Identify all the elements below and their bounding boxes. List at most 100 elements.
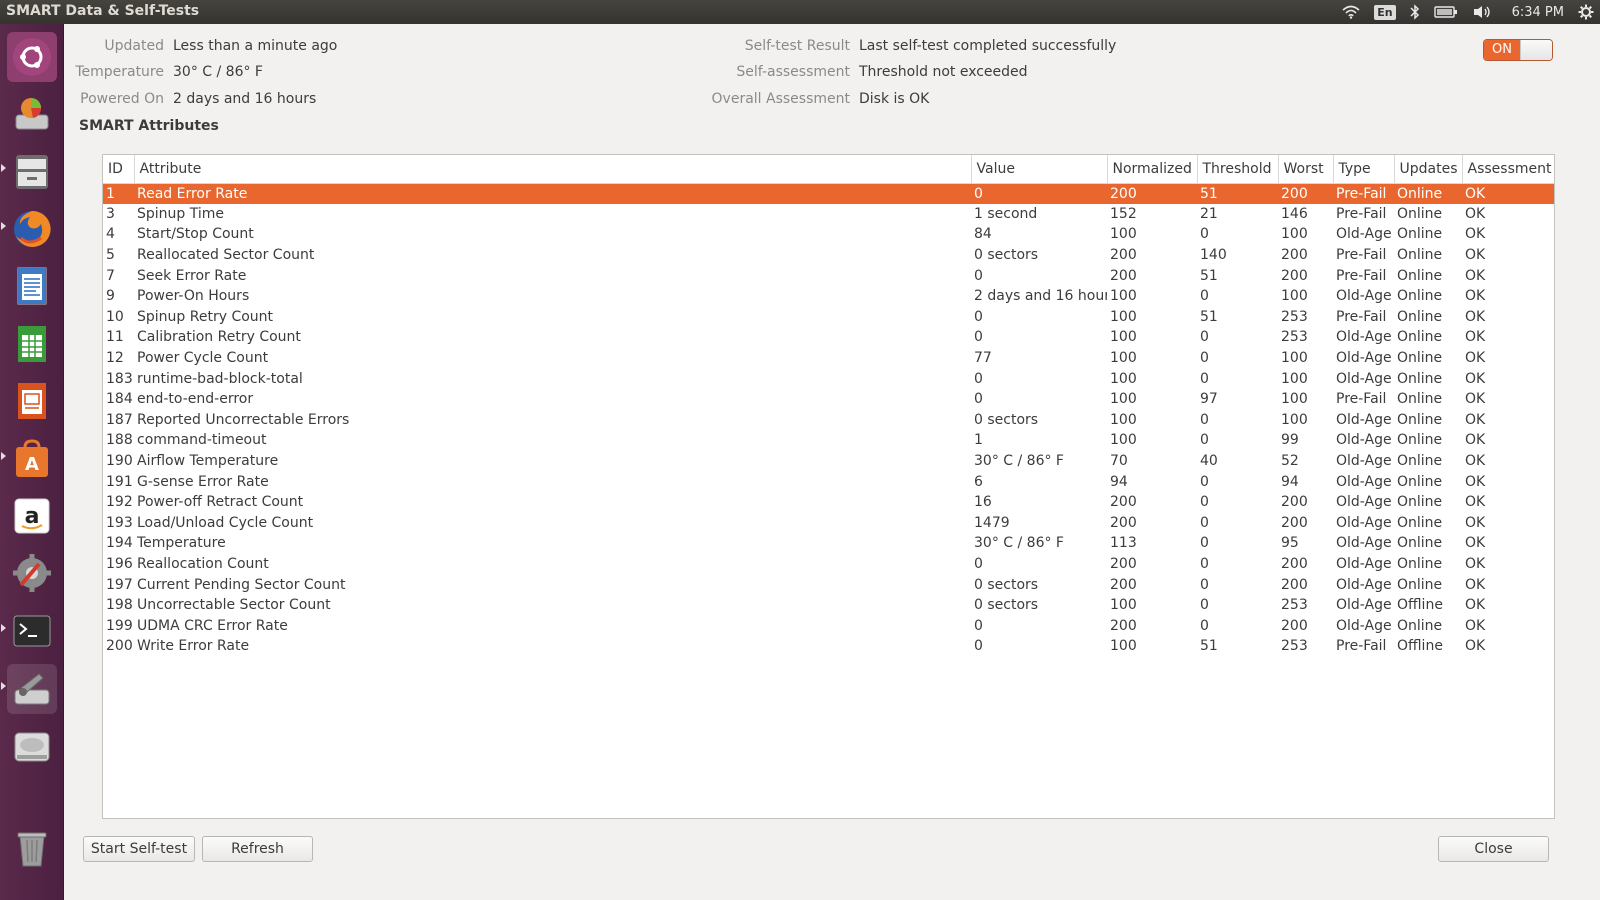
- cell-assessment: OK: [1465, 350, 1486, 367]
- column-header-normalized[interactable]: Normalized: [1107, 155, 1198, 184]
- table-row[interactable]: 200 Write Error Rate 0 100 51 253 Pre-Fail Offl…: [103, 636, 1554, 657]
- column-header-id[interactable]: ID: [103, 155, 135, 184]
- table-row[interactable]: 7 Seek Error Rate 0 200 51 200 Pre-Fail Online O…: [103, 265, 1554, 286]
- gear-icon[interactable]: [1578, 0, 1594, 24]
- battery-icon[interactable]: [1433, 0, 1458, 24]
- table-row[interactable]: 196 Reallocation Count 0 200 0 200 Old-Age Onli…: [103, 554, 1554, 575]
- svg-text:a: a: [25, 504, 40, 529]
- table-row[interactable]: 199 UDMA CRC Error Rate 0 200 0 200 Old-Age Onl…: [103, 615, 1554, 636]
- cell-normalized: 100: [1110, 411, 1137, 428]
- disks-icon[interactable]: [7, 664, 57, 714]
- close-button[interactable]: Close: [1438, 836, 1549, 862]
- calc-icon[interactable]: [7, 319, 57, 369]
- cell-value: 0: [971, 183, 1107, 204]
- column-header-assessment[interactable]: Assessment: [1462, 155, 1554, 184]
- volume-icon[interactable]: [1472, 0, 1492, 24]
- cell-value: 16: [974, 494, 992, 511]
- clock[interactable]: 6:34 PM: [1512, 0, 1564, 24]
- column-header-threshold[interactable]: Threshold: [1197, 155, 1279, 184]
- dash-home-icon[interactable]: [7, 32, 57, 82]
- table-row[interactable]: 5 Reallocated Sector Count 0 sectors 200 140…: [103, 245, 1554, 266]
- trash-icon[interactable]: [7, 824, 57, 874]
- table-row[interactable]: 3 Spinup Time 1 second 152 21 146 Pre-Fail Onli…: [103, 204, 1554, 225]
- cell-id: 184: [106, 391, 133, 408]
- cell-worst: 99: [1281, 432, 1299, 449]
- keyboard-layout-label: En: [1374, 4, 1396, 20]
- table-row[interactable]: 11 Calibration Retry Count 0 100 0 253 Old-Age…: [103, 327, 1554, 348]
- files-icon[interactable]: [7, 147, 57, 197]
- cell-threshold: 0: [1200, 226, 1209, 243]
- cell-attribute: runtime-bad-block-total: [137, 370, 303, 387]
- impress-icon[interactable]: [7, 376, 57, 426]
- cell-normalized: 200: [1110, 247, 1137, 264]
- cell-attribute: Power-On Hours: [137, 288, 250, 305]
- smart-toggle-switch[interactable]: ON: [1483, 39, 1553, 61]
- cell-threshold: 51: [1200, 267, 1218, 284]
- cell-attribute: Load/Unload Cycle Count: [137, 514, 314, 531]
- amazon-icon[interactable]: a: [7, 491, 57, 541]
- table-row[interactable]: 192 Power-off Retract Count 16 200 0 200 Old-A…: [103, 492, 1554, 513]
- cell-worst: 200: [1281, 576, 1308, 593]
- column-header-type[interactable]: Type: [1333, 155, 1395, 184]
- cell-assessment: OK: [1465, 473, 1486, 490]
- table-row[interactable]: 188 command-timeout 1 100 0 99 Old-Age Online OK: [103, 430, 1554, 451]
- table-row[interactable]: 1 Read Error Rate 0 200 51 200 Pre-Fail Online O…: [103, 183, 1554, 204]
- column-header-worst[interactable]: Worst: [1278, 155, 1334, 184]
- cell-updates: Online: [1397, 432, 1443, 449]
- cell-type: Old-Age: [1336, 453, 1392, 470]
- cell-threshold: 0: [1200, 329, 1209, 346]
- table-row[interactable]: 194 Temperature 30° C / 86° F 113 0 95 Old-Age…: [103, 533, 1554, 554]
- cell-value: 1479: [974, 514, 1010, 531]
- cell-threshold: 0: [1200, 494, 1209, 511]
- cell-id: 196: [106, 555, 133, 572]
- updated-value: Less than a minute ago: [173, 38, 338, 54]
- column-header-updates[interactable]: Updates: [1394, 155, 1463, 184]
- table-row[interactable]: 193 Load/Unload Cycle Count 1479 200 0 200 Old…: [103, 513, 1554, 534]
- cell-normalized: 100: [1110, 432, 1137, 449]
- cell-threshold: 0: [1200, 432, 1209, 449]
- firefox-icon[interactable]: [7, 204, 57, 254]
- table-row[interactable]: 197 Current Pending Sector Count 0 sectors…: [103, 574, 1554, 595]
- cell-normalized: 200: [1107, 183, 1197, 204]
- wifi-icon[interactable]: [1342, 0, 1360, 24]
- cell-threshold: 51: [1200, 308, 1218, 325]
- table-row[interactable]: 184 end-to-end-error 0 100 97 100 Pre-Fail Onli…: [103, 389, 1554, 410]
- cell-worst: 200: [1281, 514, 1308, 531]
- bluetooth-icon[interactable]: [1410, 0, 1420, 24]
- table-row[interactable]: 190 Airflow Temperature 30° C / 86° F 70 40 5…: [103, 451, 1554, 472]
- disk-usage-analyzer-icon[interactable]: [7, 89, 57, 139]
- cell-assessment: OK: [1465, 453, 1486, 470]
- table-row[interactable]: 12 Power Cycle Count 77 100 0 100 Old-Age Onlin…: [103, 348, 1554, 369]
- cell-value: 0: [974, 267, 983, 284]
- table-row[interactable]: 4 Start/Stop Count 84 100 0 100 Old-Age Online O…: [103, 224, 1554, 245]
- selftest-result-label: Self-test Result: [744, 38, 850, 54]
- table-row[interactable]: 187 Reported Uncorrectable Errors 0 sector…: [103, 410, 1554, 431]
- cell-assessment: OK: [1465, 391, 1486, 408]
- software-center-icon[interactable]: A: [7, 434, 57, 484]
- table-row[interactable]: 9 Power-On Hours 2 days and 16 hours 100 0 10…: [103, 286, 1554, 307]
- system-settings-icon[interactable]: [7, 548, 57, 598]
- cell-worst: 146: [1281, 205, 1308, 222]
- column-header-value[interactable]: Value: [971, 155, 1108, 184]
- section-title: SMART Attributes: [79, 118, 219, 134]
- writer-icon[interactable]: [7, 261, 57, 311]
- table-row[interactable]: 198 Uncorrectable Sector Count 0 sectors 10…: [103, 595, 1554, 616]
- table-row[interactable]: 10 Spinup Retry Count 0 100 51 253 Pre-Fail Onl…: [103, 307, 1554, 328]
- cell-assessment: OK: [1465, 432, 1486, 449]
- cell-assessment: OK: [1465, 329, 1486, 346]
- terminal-icon[interactable]: [7, 606, 57, 656]
- cell-normalized: 113: [1110, 535, 1137, 552]
- start-selftest-button[interactable]: Start Self-test: [83, 836, 195, 862]
- cell-updates: Online: [1397, 555, 1443, 572]
- column-header-attribute[interactable]: Attribute: [134, 155, 972, 184]
- cell-assessment: OK: [1465, 411, 1486, 428]
- cell-type: Old-Age: [1336, 576, 1392, 593]
- keyboard-layout-indicator[interactable]: En: [1374, 0, 1396, 24]
- table-row[interactable]: 191 G-sense Error Rate 6 94 0 94 Old-Age Online…: [103, 471, 1554, 492]
- table-row[interactable]: 183 runtime-bad-block-total 0 100 0 100 Old-Ag…: [103, 368, 1554, 389]
- cell-assessment: OK: [1465, 597, 1486, 614]
- cell-normalized: 100: [1110, 370, 1137, 387]
- cell-id: 190: [106, 453, 133, 470]
- refresh-button[interactable]: Refresh: [202, 836, 313, 862]
- drive-icon[interactable]: [7, 721, 57, 771]
